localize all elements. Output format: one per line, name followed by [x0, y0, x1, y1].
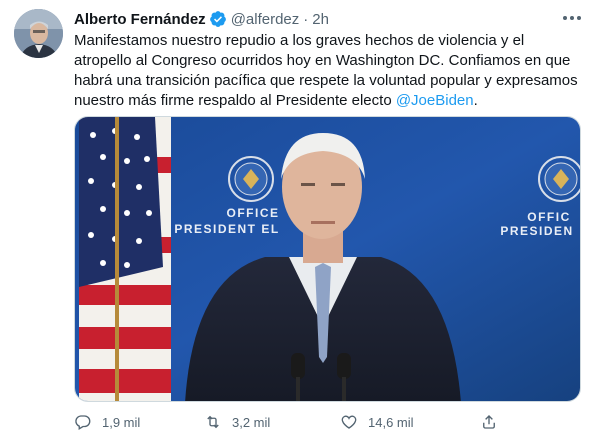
tweet-media-photo[interactable]: OFFICE PRESIDENT EL OFFIC PRESIDEN — [74, 116, 581, 402]
share-button[interactable] — [480, 413, 508, 431]
like-count: 14,6 mil — [368, 414, 414, 430]
seal-left — [228, 156, 274, 202]
author-handle[interactable]: @alferdez — [231, 11, 300, 28]
mention-link[interactable]: @JoeBiden — [396, 92, 474, 109]
author-name[interactable]: Alberto Fernández — [74, 11, 206, 28]
photo-image: OFFICE PRESIDENT EL OFFIC PRESIDEN — [75, 117, 580, 401]
sign-left-line1: OFFICE — [227, 206, 280, 220]
sign-right-line2: PRESIDEN — [500, 224, 573, 238]
tweet-actions: 1,9 mil 3,2 mil 14,6 mil — [74, 410, 579, 434]
like-icon — [341, 415, 357, 429]
avatar-image — [14, 9, 63, 58]
reply-button[interactable]: 1,9 mil — [74, 413, 140, 431]
sign-right-line1: OFFIC — [527, 210, 571, 224]
us-flag — [79, 117, 171, 401]
tweet-text-body: Manifestamos nuestro repudio a los grave… — [74, 32, 578, 109]
retweet-count: 3,2 mil — [232, 414, 271, 430]
separator-dot: · — [303, 10, 309, 28]
tweet[interactable]: Alberto Fernández @alferdez · 2h Manifes… — [0, 0, 597, 439]
reply-count: 1,9 mil — [102, 414, 141, 430]
tweet-text-end: . — [473, 92, 478, 109]
more-icon[interactable] — [561, 12, 583, 24]
verified-icon — [209, 11, 226, 27]
retweet-button[interactable]: 3,2 mil — [204, 413, 270, 431]
like-button[interactable]: 14,6 mil — [340, 413, 414, 431]
tweet-text: Manifestamos nuestro repudio a los grave… — [74, 31, 579, 111]
sign-left-line2: PRESIDENT EL — [174, 222, 279, 236]
reply-icon — [75, 415, 91, 430]
share-icon — [483, 415, 495, 429]
retweet-icon — [207, 415, 219, 429]
author-avatar[interactable] — [14, 9, 63, 58]
tweet-header: Alberto Fernández @alferdez · 2h — [74, 9, 329, 29]
tweet-timestamp[interactable]: 2h — [312, 11, 329, 28]
